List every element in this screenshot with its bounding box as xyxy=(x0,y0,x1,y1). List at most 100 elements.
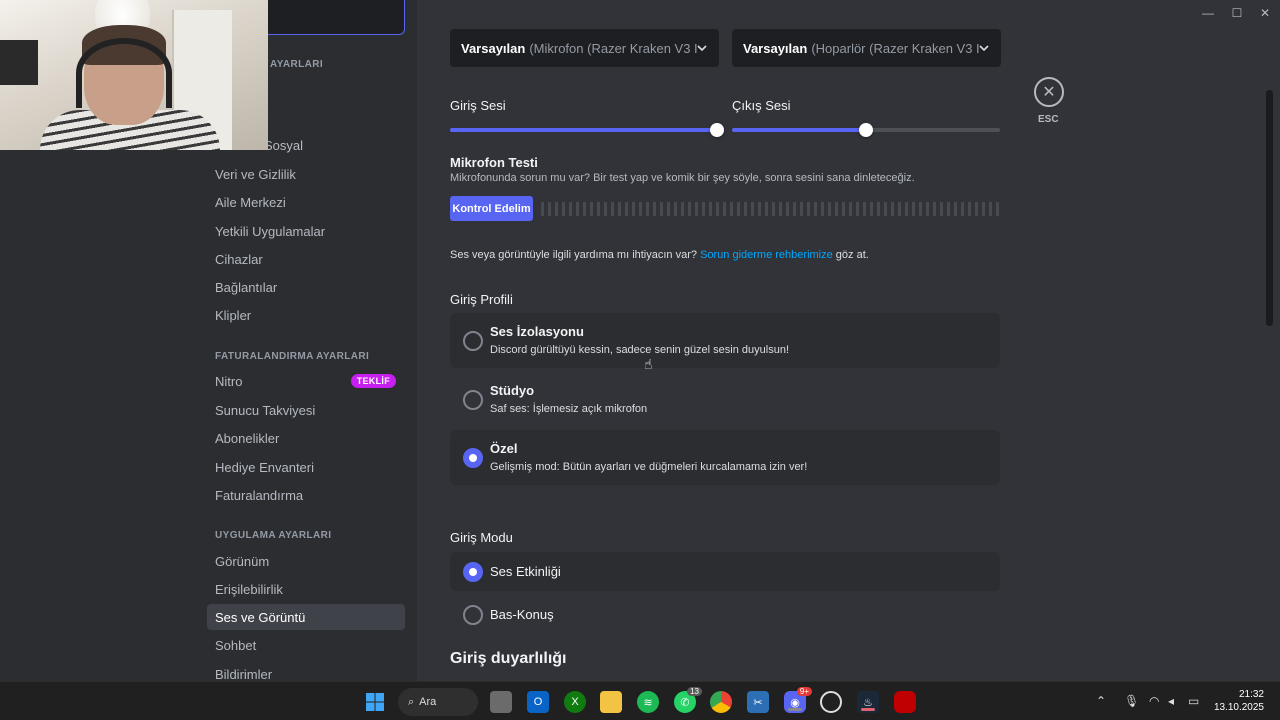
output-volume-handle[interactable] xyxy=(859,123,873,137)
sidebar-item-billing[interactable]: Faturalandırma xyxy=(207,482,405,508)
radio-button[interactable] xyxy=(463,605,483,625)
sidebar-item-label: Erişilebilirlik xyxy=(215,581,283,597)
radio-button-selected[interactable] xyxy=(463,562,483,582)
output-device-name: (Hoparlör (Razer Kraken V3 I xyxy=(811,40,980,56)
outlook-icon[interactable]: O xyxy=(527,691,549,713)
sidebar-item-server-boost[interactable]: Sunucu Takviyesi xyxy=(207,397,405,423)
sidebar-section-header-user: AYARLARI xyxy=(270,59,324,70)
sidebar-item-devices[interactable]: Cihazlar xyxy=(207,246,405,272)
profile-option-voice-isolation[interactable]: Ses İzolasyonu Discord gürültüyü kessin,… xyxy=(450,313,1000,368)
output-volume-fill xyxy=(732,128,866,132)
sidebar-item-label: Abonelikler xyxy=(215,430,280,446)
output-device-select[interactable]: Varsayılan (Hoparlör (Razer Kraken V3 I xyxy=(732,29,1001,67)
file-explorer-icon[interactable] xyxy=(600,691,622,713)
output-device-selected: Varsayılan xyxy=(743,40,808,56)
close-window-button[interactable]: ✕ xyxy=(1255,6,1275,20)
close-icon: ✕ xyxy=(1042,84,1056,101)
output-volume-slider[interactable] xyxy=(732,123,1000,137)
input-mode-push-to-talk[interactable]: Bas-Konuş xyxy=(450,595,1000,634)
hand-cursor-icon: ☝ xyxy=(644,356,653,372)
clock-time: 21:32 xyxy=(1238,689,1264,700)
sidebar-item-chat[interactable]: Sohbet xyxy=(207,632,405,658)
taskbar-search[interactable]: ⌕ Ara xyxy=(398,688,478,716)
sidebar-item-label: Veri ve Gizlilik xyxy=(215,166,296,182)
profile-option-studio[interactable]: Stüdyo Saf ses: İşlemesiz açık mikrofon xyxy=(450,372,1000,427)
input-device-selected: Varsayılan xyxy=(461,40,526,56)
profile-option-description: Gelişmiş mod: Bütün ayarları ve düğmeler… xyxy=(490,461,808,473)
input-volume-fill xyxy=(450,128,717,132)
mic-test-description: Mikrofonunda sorun mu var? Bir test yap … xyxy=(450,172,915,184)
sidebar-section-header-billing: FATURALANDIRMA AYARLARI xyxy=(215,351,370,362)
active-indicator xyxy=(861,708,875,711)
sidebar-item-clips[interactable]: Klipler xyxy=(207,302,405,328)
sidebar-item-label: Cihazlar xyxy=(215,251,263,267)
volume-icon[interactable]: ◂ xyxy=(1168,694,1174,708)
discord-badge: 9+ xyxy=(796,687,812,696)
taskbar-clock[interactable]: 21:32 13.10.2025 xyxy=(1214,688,1264,714)
input-mode-title: Giriş Modu xyxy=(450,530,513,545)
troubleshooting-link[interactable]: Sorun giderme rehberimize xyxy=(700,249,833,261)
profile-option-custom[interactable]: Özel Gelişmiş mod: Bütün ayarları ve düğ… xyxy=(450,430,1000,485)
radio-button[interactable] xyxy=(463,331,483,351)
task-view-icon[interactable] xyxy=(490,691,512,713)
sidebar-item-label: Bağlantılar xyxy=(215,279,278,295)
profile-option-title: Stüdyo xyxy=(490,383,535,398)
red-app-icon[interactable] xyxy=(894,691,916,713)
radio-button[interactable] xyxy=(463,390,483,410)
taskbar-search-label: Ara xyxy=(419,696,437,708)
close-settings-button[interactable]: ✕ xyxy=(1034,77,1064,107)
discord-icon[interactable]: ◉ 9+ xyxy=(784,687,812,713)
active-indicator xyxy=(788,708,802,711)
microphone-icon[interactable]: 🎙 xyxy=(1124,694,1139,708)
webcam-headset xyxy=(76,38,172,108)
mic-test-button[interactable]: Kontrol Edelim xyxy=(450,196,533,221)
windows-start-icon[interactable] xyxy=(364,691,386,713)
sidebar-item-label: Yetkili Uygulamalar xyxy=(215,223,326,239)
xbox-icon[interactable]: X xyxy=(564,691,586,713)
help-prefix: Ses veya görüntüyle ilgili yardıma mı ih… xyxy=(450,249,697,261)
minimize-window-button[interactable]: — xyxy=(1198,6,1218,20)
sidebar-item-authorized-apps[interactable]: Yetkili Uygulamalar xyxy=(207,218,405,244)
snipping-tool-icon[interactable]: ✂ xyxy=(747,691,769,713)
mic-test-title: Mikrofon Testi xyxy=(450,155,538,170)
obs-icon[interactable] xyxy=(820,691,842,713)
input-mode-label: Bas-Konuş xyxy=(490,607,554,622)
maximize-window-button[interactable]: ☐ xyxy=(1227,6,1247,20)
sidebar-item-gift-inventory[interactable]: Hediye Envanteri xyxy=(207,454,405,480)
sidebar-item-nitro[interactable]: Nitro TEKLİF xyxy=(207,368,405,394)
help-suffix: göz at. xyxy=(835,249,869,261)
settings-scrollbar[interactable] xyxy=(1266,90,1273,326)
input-device-select[interactable]: Varsayılan (Mikrofon (Razer Kraken V3 I xyxy=(450,29,719,67)
sidebar-item-privacy[interactable]: Veri ve Gizlilik xyxy=(207,161,405,187)
profile-option-description: Saf ses: İşlemesiz açık mikrofon xyxy=(490,403,648,415)
sidebar-item-label: Bildirimler xyxy=(215,666,273,682)
windows-taskbar: ⌕ Ara O X ≋ ✆ 13 ✂ ◉ 9+ ♨ ⌃ 🎙 ◠ ◂ ▭ 21:32 … xyxy=(0,681,1280,720)
battery-icon[interactable]: ▭ xyxy=(1188,694,1199,708)
input-volume-label: Giriş Sesi xyxy=(450,98,506,113)
webcam-overlay xyxy=(0,0,268,150)
whatsapp-icon[interactable]: ✆ 13 xyxy=(674,687,702,713)
sidebar-item-appearance[interactable]: Görünüm xyxy=(207,548,405,574)
radio-button-selected[interactable] xyxy=(463,448,483,468)
profile-option-title: Özel xyxy=(490,441,518,456)
help-text: Ses veya görüntüyle ilgili yardıma mı ih… xyxy=(450,249,869,261)
spotify-icon[interactable]: ≋ xyxy=(637,691,659,713)
sidebar-item-label: Sunucu Takviyesi xyxy=(215,402,316,418)
input-volume-slider[interactable] xyxy=(450,123,724,137)
wifi-icon[interactable]: ◠ xyxy=(1149,694,1159,708)
sidebar-item-accessibility[interactable]: Erişilebilirlik xyxy=(207,576,405,602)
sidebar-item-voice-video[interactable]: Ses ve Görüntü xyxy=(207,604,405,630)
chevron-up-icon[interactable]: ⌃ xyxy=(1096,694,1106,708)
input-mode-label: Ses Etkinliği xyxy=(490,564,561,579)
search-icon: ⌕ xyxy=(408,695,415,708)
sidebar-item-connections[interactable]: Bağlantılar xyxy=(207,274,405,300)
output-volume-label: Çıkış Sesi xyxy=(732,98,791,113)
input-profile-title: Giriş Profili xyxy=(450,292,513,307)
sidebar-item-subscriptions[interactable]: Abonelikler xyxy=(207,425,405,451)
sidebar-item-family-center[interactable]: Aile Merkezi xyxy=(207,189,405,215)
sidebar-search-input[interactable] xyxy=(268,0,405,35)
steam-icon[interactable]: ♨ xyxy=(857,691,879,713)
input-volume-handle[interactable] xyxy=(710,123,724,137)
input-mode-voice-activity[interactable]: Ses Etkinliği xyxy=(450,552,1000,591)
chrome-icon[interactable] xyxy=(710,691,732,713)
